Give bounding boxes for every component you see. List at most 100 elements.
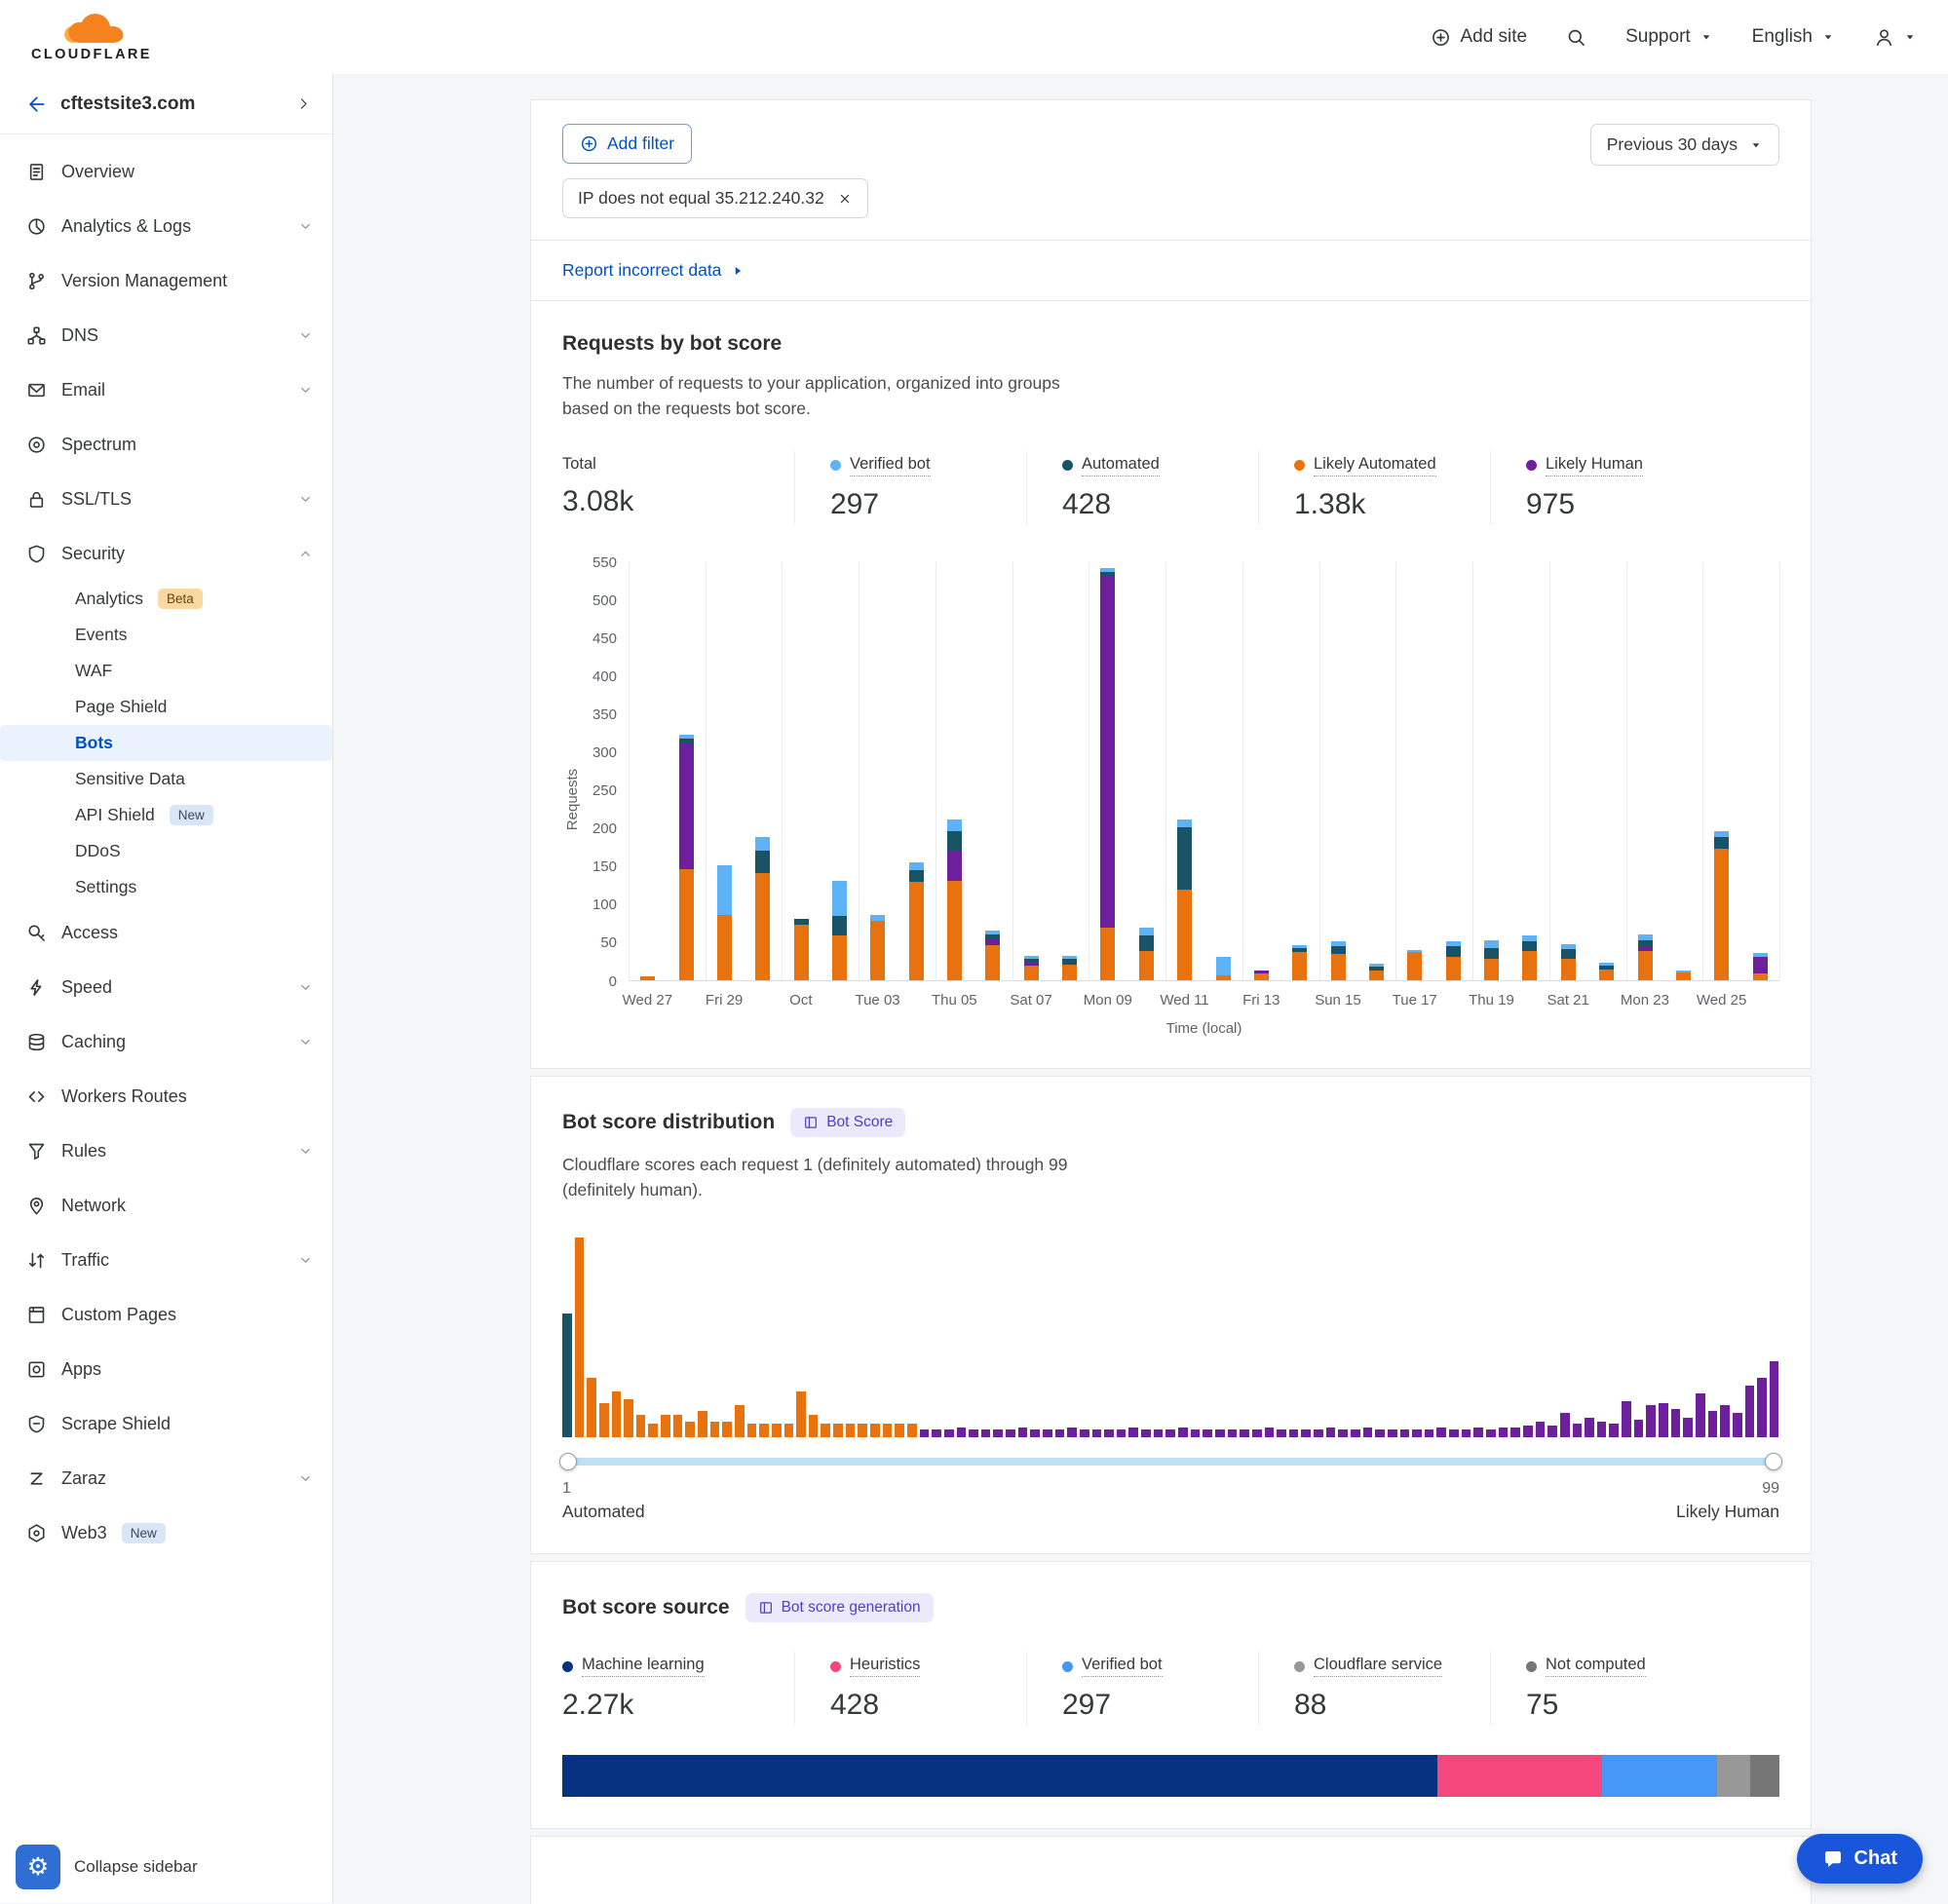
account-menu[interactable] [1874,27,1917,48]
sidebar-item-waf[interactable]: WAF [0,653,332,689]
requests-card: Add filter IP does not equal 35.212.240.… [530,99,1812,1069]
requests-stats: Total3.08kVerified bot297Automated428Lik… [562,451,1779,525]
sidebar-item-events[interactable]: Events [0,617,332,653]
cloudflare-logo[interactable]: CLOUDFLARE [31,13,152,62]
bar-segment-likely-automated [1714,849,1729,979]
y-tick-label: 400 [592,668,617,685]
filter-bar: Add filter IP does not equal 35.212.240.… [531,100,1811,240]
hist-bar-score-55 [1228,1429,1238,1437]
sidebar-item-access[interactable]: Access [0,905,332,960]
sidebar-item-email[interactable]: Email [0,362,332,417]
bar-segment-likely-automated [679,869,694,979]
overview-icon [26,162,47,182]
close-icon[interactable] [837,191,853,207]
sidebar-item-security[interactable]: Security [0,526,332,581]
sidebar-item-spectrum[interactable]: Spectrum [0,417,332,472]
filter-chip[interactable]: IP does not equal 35.212.240.32 [562,178,868,218]
hist-bar-score-21 [809,1415,819,1437]
sidebar-item-dns[interactable]: DNS [0,308,332,362]
bar-slot [1280,562,1318,980]
bar-slot [1203,562,1241,980]
sidebar-item-workers-routes[interactable]: Workers Routes [0,1069,332,1123]
sidebar-item-speed[interactable]: Speed [0,960,332,1014]
stat-value: 2.27k [562,1689,751,1722]
date-range-selector[interactable]: Previous 30 days [1590,124,1779,166]
sidebar-item-label: Rules [61,1141,106,1161]
report-incorrect-data-link[interactable]: Report incorrect data [562,260,721,281]
sidebar-item-apps[interactable]: Apps [0,1342,332,1396]
sidebar-item-traffic[interactable]: Traffic [0,1233,332,1287]
sidebar-item-network[interactable]: Network [0,1178,332,1233]
y-tick-label: 100 [592,896,617,913]
bot-score-generation-badge[interactable]: Bot score generation [745,1593,934,1622]
y-tick-label: 500 [592,592,617,609]
sidebar-item-settings[interactable]: Settings [0,869,332,905]
hist-bar-score-31 [932,1429,941,1437]
slider-handle-min[interactable] [559,1453,577,1470]
sidebar-item-analytics[interactable]: AnalyticsBeta [0,581,332,617]
quick-settings-button[interactable]: ⚙ [16,1845,60,1889]
sidebar-item-overview[interactable]: Overview [0,144,332,199]
stat-label-text: Not computed [1546,1656,1646,1677]
bar-segment-likely-automated [1484,959,1499,980]
slider-handle-max[interactable] [1765,1453,1782,1470]
bar-segment-likely-automated [1638,951,1653,980]
sidebar-item-caching[interactable]: Caching [0,1014,332,1069]
sidebar-item-label: Security [61,544,125,564]
stat-value: 297 [830,488,983,521]
bot-score-badge[interactable]: Bot Score [790,1108,905,1137]
hist-bar-score-54 [1215,1429,1225,1437]
hist-bar-score-45 [1104,1429,1114,1437]
chevron-down-icon [298,1035,313,1049]
sidebar-item-page-shield[interactable]: Page Shield [0,689,332,725]
sidebar-item-web3[interactable]: Web3New [0,1505,332,1560]
stat-label: Machine learning [562,1656,751,1677]
plus-icon [580,134,598,153]
hist-bar-score-87 [1622,1401,1631,1437]
sidebar-item-sensitive-data[interactable]: Sensitive Data [0,761,332,797]
chat-button[interactable]: Chat [1797,1834,1923,1884]
x-labels: Wed 27Fri 29OctTue 03Thu 05Sat 07Mon 09W… [609,992,1760,1009]
bar-slot [629,562,667,980]
sidebar-nav: Overview Analytics & LogsVersion Manageme… [0,134,332,1570]
bar-segment-automated [1331,946,1346,954]
chart-bar [909,862,924,979]
sidebar-item-ddos[interactable]: DDoS [0,833,332,869]
sidebar-item-ssl-tls[interactable]: SSL/TLS [0,472,332,526]
slider-max-caption: Likely Human [1676,1502,1779,1522]
stat-value: 428 [830,1689,983,1722]
sidebar-item-scrape-shield[interactable]: Scrape Shield [0,1396,332,1451]
sidebar-item-zaraz[interactable]: Zaraz [0,1451,332,1505]
bar-segment-automated [832,916,847,935]
bar-segment-likely-automated [1139,951,1154,980]
collapse-sidebar-button[interactable]: Collapse sidebar [74,1857,198,1877]
source-card: Bot score source Bot score generation Ma… [530,1561,1812,1829]
scrape-shield-icon [26,1414,47,1434]
stat-likely-automated: Likely Automated1.38k [1258,451,1490,525]
hist-bar-score-58 [1265,1428,1275,1437]
hist-bar-score-37 [1006,1429,1015,1437]
chevron-right-icon[interactable] [296,96,311,111]
add-site-button[interactable]: Add site [1431,26,1527,48]
sidebar-item-api-shield[interactable]: API ShieldNew [0,797,332,833]
score-range-slider[interactable] [562,1453,1779,1470]
sidebar-item-version-management[interactable]: Version Management [0,253,332,308]
search-button[interactable] [1566,27,1586,48]
chat-icon [1822,1848,1844,1870]
x-tick-label: Wed 25 [1683,992,1760,1009]
access-icon [26,923,47,943]
y-tick-label: 200 [592,820,617,837]
sidebar-item-label: Overview [61,162,134,182]
sidebar-item-rules[interactable]: Rules [0,1123,332,1178]
requests-title: Requests by bot score [562,332,1779,356]
add-filter-button[interactable]: Add filter [562,124,692,164]
sidebar-item-custom-pages[interactable]: Custom Pages [0,1287,332,1342]
support-menu[interactable]: Support [1625,26,1713,48]
language-menu[interactable]: English [1752,26,1835,48]
sidebar-item-bots[interactable]: Bots [0,725,332,761]
sidebar-item-analytics-logs[interactable]: Analytics & Logs [0,199,332,253]
bar-segment-likely-human [679,743,694,869]
sidebar-item-label: Custom Pages [61,1305,176,1325]
slider-track[interactable] [562,1458,1779,1466]
back-icon[interactable] [24,94,46,115]
